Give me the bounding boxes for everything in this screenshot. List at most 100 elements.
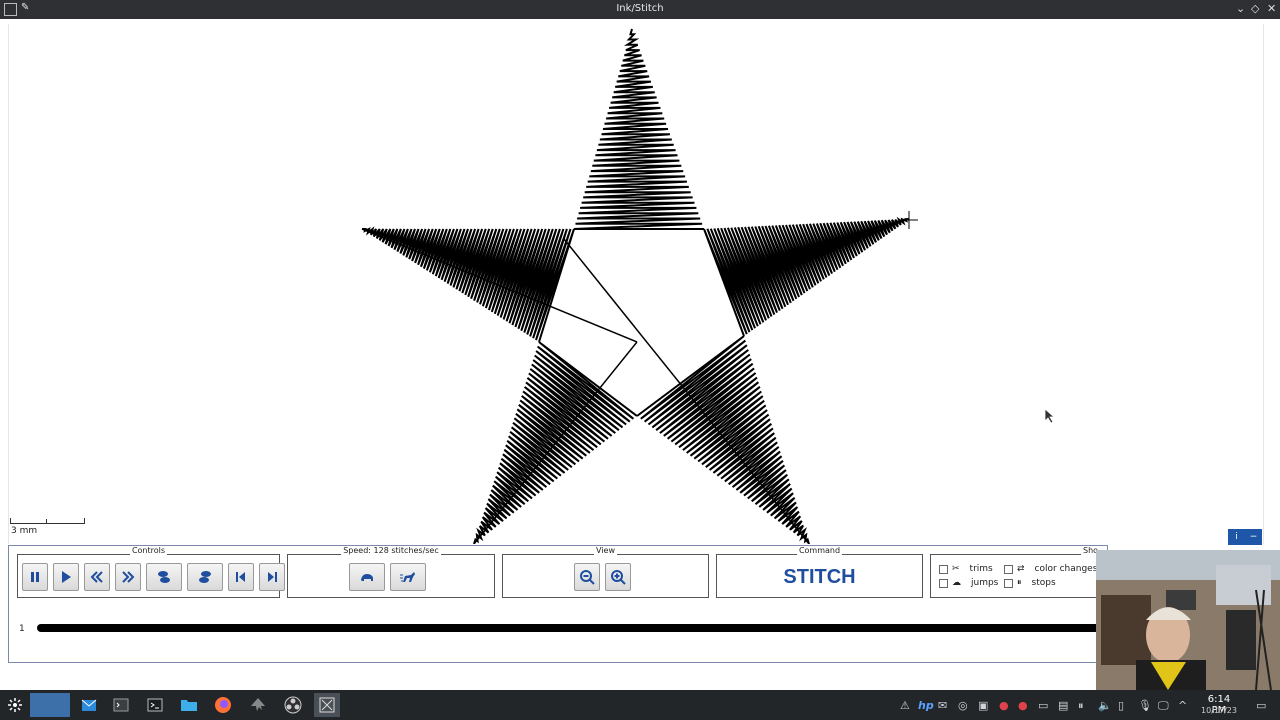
launcher-icon[interactable] <box>2 693 28 717</box>
info-button[interactable]: i <box>1228 529 1245 545</box>
show-jumps-option[interactable]: ☁ jumps <box>939 578 998 588</box>
slower-icon <box>361 574 373 581</box>
satin-stitch-arm <box>362 226 575 343</box>
device-tray-icon[interactable]: ▣ <box>978 699 988 712</box>
needle-crosshair-icon <box>900 211 918 229</box>
command-group: Command STITCH <box>716 546 923 598</box>
chevron-up-icon[interactable]: ^ <box>1178 699 1187 712</box>
close-icon[interactable]: ✕ <box>1267 2 1276 15</box>
inkstitch-icon[interactable] <box>314 693 340 717</box>
desktop-pager-icon[interactable] <box>30 693 70 717</box>
clock-date[interactable]: 10/17/23 <box>1199 706 1239 715</box>
command-label: Command <box>796 546 843 555</box>
show-desktop-icon[interactable]: ▭ <box>1256 699 1266 712</box>
microphone-tray-icon[interactable]: 🎙 <box>1138 699 1152 712</box>
slower-button[interactable] <box>349 563 385 591</box>
travel-stitch <box>361 228 638 343</box>
scale-tick <box>46 519 47 524</box>
zoom-in-button[interactable] <box>605 563 631 591</box>
clipboard-tray-icon[interactable]: ▤ <box>1058 699 1068 712</box>
view-group: View <box>502 546 709 598</box>
prev-command-icon <box>158 571 170 583</box>
color-block-number: 1 <box>19 624 25 634</box>
zoom-in-icon <box>611 570 626 585</box>
satin-stitch-arm <box>703 216 910 337</box>
jumps-label: jumps <box>971 578 999 588</box>
show-trims-option[interactable]: ✂ trims <box>939 564 993 574</box>
trims-checkbox[interactable] <box>939 564 948 574</box>
step-forward-icon <box>122 571 135 583</box>
maximize-icon[interactable]: ◇ <box>1251 2 1259 15</box>
speed-group: Speed: 128 stitches/sec <box>287 546 495 598</box>
inkscape-icon[interactable] <box>245 693 271 717</box>
satin-stitch-arm <box>573 28 704 230</box>
terminal-icon[interactable] <box>108 693 134 717</box>
stitch-progress-fill <box>37 624 1102 632</box>
simulator-canvas[interactable] <box>8 24 1264 544</box>
warning-tray-icon[interactable]: ⚠ <box>900 699 910 712</box>
terminal-tray-icon[interactable]: ▭ <box>1038 699 1048 712</box>
zoom-out-icon <box>580 570 595 585</box>
stops-label: stops <box>1031 578 1056 588</box>
obs-tray-icon[interactable]: ◎ <box>958 699 968 712</box>
pause-icon <box>31 572 39 582</box>
scale-label: 3 mm <box>11 526 38 536</box>
obs-icon[interactable] <box>280 693 306 717</box>
step-backward-button[interactable] <box>84 563 110 591</box>
jumps-checkbox[interactable] <box>939 578 948 588</box>
mouse-cursor-icon <box>1044 408 1056 428</box>
file-manager-icon[interactable] <box>176 693 202 717</box>
window-titlebar: ✎ Ink/Stitch ⌄ ◇ ✕ <box>0 0 1280 19</box>
play-icon <box>62 571 71 583</box>
mail-icon[interactable] <box>76 693 102 717</box>
show-stops-option[interactable]: ⏸ stops <box>1004 578 1056 588</box>
media-tray-icon[interactable]: ⏸ <box>1078 699 1084 713</box>
taskbar: ⚠ hp ✉ ◎ ▣ ● ● ▭ ▤ ⏸ 🔈 ▯ 🎙 🖵 ^ ▭ <box>0 690 1280 720</box>
next-command-icon <box>199 571 211 583</box>
stops-checkbox[interactable] <box>1004 578 1013 588</box>
scissors-icon: ✂ <box>952 564 960 574</box>
show-color-changes-option[interactable]: ⇄ color changes <box>1004 564 1097 574</box>
skip-to-end-icon <box>268 572 277 582</box>
battery-tray-icon[interactable]: ▯ <box>1118 699 1124 712</box>
network-tray-icon[interactable]: 🖵 <box>1158 699 1169 713</box>
skip-to-start-button[interactable] <box>228 563 254 591</box>
mail-tray-icon[interactable]: ✉ <box>938 699 947 712</box>
hp-tray-icon[interactable]: hp <box>918 699 934 712</box>
skip-to-start-icon <box>236 572 245 582</box>
swap-icon: ⇄ <box>1017 564 1025 574</box>
next-command-button[interactable] <box>187 563 223 591</box>
collapse-button[interactable]: − <box>1245 529 1262 545</box>
faster-button[interactable] <box>390 563 426 591</box>
play-button[interactable] <box>53 563 79 591</box>
controls-group: Controls <box>17 546 285 598</box>
controls-label: Controls <box>129 546 168 555</box>
zoom-out-button[interactable] <box>574 563 600 591</box>
stitch-progress-slider[interactable] <box>37 624 1102 632</box>
view-label: View <box>594 546 617 555</box>
color-changes-label: color changes <box>1034 564 1098 574</box>
pause-button[interactable] <box>22 563 48 591</box>
faster-icon <box>400 572 415 582</box>
firefox-icon[interactable] <box>210 693 236 717</box>
window-title: Ink/Stitch <box>616 3 664 14</box>
step-forward-button[interactable] <box>115 563 141 591</box>
info-buttons[interactable]: i − <box>1228 529 1262 545</box>
command-value: STITCH <box>783 566 856 588</box>
stitch-preview <box>361 28 918 544</box>
volume-tray-icon[interactable]: 🔈 <box>1098 699 1112 712</box>
webcam-overlay <box>1096 550 1280 690</box>
konsole-icon[interactable] <box>142 693 168 717</box>
jump-icon: ☁ <box>952 578 961 588</box>
speed-label: Speed: 128 stitches/sec <box>341 546 441 555</box>
control-panel: Controls Speed: 128 stitches/sec View Co… <box>8 545 1130 663</box>
pause-small-icon: ⏸ <box>1017 578 1022 588</box>
step-backward-icon <box>90 571 103 583</box>
record-tray-icon[interactable]: ● <box>999 699 1009 712</box>
prev-command-button[interactable] <box>146 563 182 591</box>
scale-bar <box>10 518 85 524</box>
color-changes-checkbox[interactable] <box>1004 564 1013 574</box>
minimize-icon[interactable]: ⌄ <box>1236 2 1245 15</box>
skip-to-end-button[interactable] <box>259 563 285 591</box>
record2-tray-icon[interactable]: ● <box>1018 699 1028 712</box>
